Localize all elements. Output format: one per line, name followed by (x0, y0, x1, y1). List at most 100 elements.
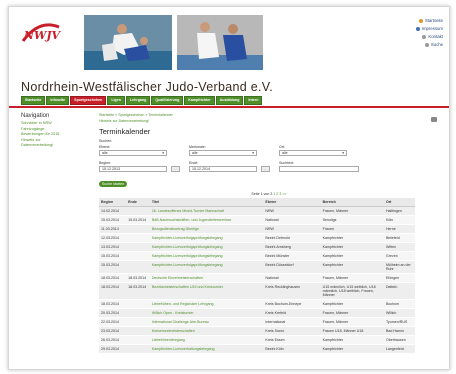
cell-ort: Willich (383, 308, 415, 318)
cell-ende (126, 251, 150, 261)
header-photo-judo-1 (84, 15, 172, 70)
table-row: 15.03.2014 Kampfrichter-Lizenzerfolgsprüf… (99, 260, 415, 274)
sidebar-title: Navigation (21, 113, 50, 119)
cell-titel[interactable]: 18. Landesoffenes Mixed-Turnier Mannscha… (149, 206, 264, 216)
ende-input[interactable]: 15.12.2014 (189, 166, 257, 172)
cell-beginn: 15.03.2014 (99, 260, 127, 274)
cell-ebene: Bezirk Detmold (263, 233, 321, 243)
merkmal-field: Merkmale: alle ▾ (189, 145, 257, 156)
table-row: 29.03.2014 Kampfrichter-Lizenzerhaltungsl… (99, 344, 415, 354)
cell-titel[interactable]: Kreiseinzelmeisterschaften (149, 326, 264, 336)
table-row: 13.03.2014 Kampfrichter-Lizenzerfolgsprüf… (99, 242, 415, 252)
cell-ende: 18.03.2014 (126, 273, 150, 283)
cell-titel[interactable]: Liebefrühen- und Regionaler Lehrgang (149, 299, 264, 309)
cell-ende (126, 224, 150, 234)
suchtext-input[interactable] (279, 166, 359, 172)
top-link-label: Impressum (421, 26, 443, 31)
cell-titel[interactable]: Bezirksmeisterschaften U15 und Kreisturn… (149, 282, 264, 300)
ort-select[interactable]: alle ▾ (279, 150, 347, 156)
cell-beginn: 18.03.2014 (99, 282, 127, 300)
top-link-suche[interactable]: Suche (373, 41, 443, 49)
cell-ebene: Kreis Essen (263, 335, 321, 345)
cell-titel[interactable]: Willich Open - Kreisturnier (149, 308, 264, 318)
table-row: 12.03.2014 Kampfrichter-Lizenzerfolgsprüf… (99, 233, 415, 243)
nav-ausbildung[interactable]: Ausbildung (215, 96, 244, 105)
cell-ebene: Bezirk Düsseldorf (263, 260, 321, 274)
merkmal-select[interactable]: alle ▾ (189, 150, 257, 156)
cell-ort: Bielefeld (383, 233, 415, 243)
cell-ende (126, 299, 150, 309)
nav-kampfrichter[interactable]: Kampfrichter (184, 96, 215, 105)
pagination-links[interactable]: 1 2 3 >> (273, 192, 286, 196)
col-header-ebene: Ebene (263, 198, 321, 207)
calendar-icon[interactable]: ... (171, 166, 180, 172)
nav-ligen[interactable]: Ligen (107, 96, 125, 105)
browser-page: NWJV Startseite Impressum Kontakt Suche … (8, 6, 450, 370)
table-row: 18.03.2014 18.03.2014 Bezirksmeisterschaft… (99, 282, 415, 300)
header-photo-judo-2 (177, 15, 263, 70)
nav-lehrgang[interactable]: Lehrgang (125, 96, 151, 105)
table-row: 23.03.2014 Kreiseinzelmeisterschaften Krei… (99, 326, 415, 336)
cell-beginn: 15.03.2014 (99, 215, 127, 225)
cell-beginn: 11.03.2014 (99, 224, 127, 234)
cell-titel[interactable]: Kampfrichter-Lizenzerfolgsprüfungslehrga… (149, 251, 264, 261)
cell-beginn: 23.03.2014 (99, 326, 127, 336)
cell-ende: 15.03.2014 (126, 215, 150, 225)
cell-titel[interactable]: Kampfrichter-Lizenzerfolgsprüfungslehrga… (149, 260, 264, 274)
nwjv-logo[interactable]: NWJV (19, 17, 65, 47)
beginn-input[interactable]: 15.12.2013 (99, 166, 167, 172)
nav-intern[interactable]: Intern (244, 96, 263, 105)
home-icon (418, 19, 423, 23)
cell-beginn: 26.03.2014 (99, 335, 127, 345)
logo-text: NWJV (23, 29, 62, 42)
ende-field: Ende: 15.12.2014 ... (189, 161, 270, 172)
cell-ort: Köln (383, 215, 415, 225)
cell-beginn: 13.03.2014 (99, 242, 127, 252)
top-link-kontakt[interactable]: Kontakt (373, 33, 443, 41)
cell-ebene: NRW (263, 224, 321, 234)
top-link-startseite[interactable]: Startseite (373, 17, 443, 25)
cell-titel[interactable]: Kampfrichter-Lizenzerfolgsprüfungslehrga… (149, 242, 264, 252)
nav-infoseite[interactable]: Infoseite (46, 96, 70, 105)
cell-ebene: National (263, 273, 321, 283)
cell-ort: Bochum (383, 299, 415, 309)
table-row: 14.02.2014 18. Landesoffenes Mixed-Turnie… (99, 206, 415, 216)
suchen-label: Suchen: (99, 139, 113, 143)
ebene-select[interactable]: alle ▾ (99, 150, 167, 156)
nav-sportgeschehen[interactable]: Sportgeschehen (70, 96, 107, 105)
print-icon[interactable] (431, 117, 437, 122)
cell-titel[interactable]: Liebefrühenlehrgang (149, 335, 264, 345)
breadcrumb-mid[interactable]: Sportgeschehen (118, 113, 144, 117)
cell-titel[interactable]: Bezugsdienstvortrag Überlige (149, 224, 264, 234)
cell-ebene: Kreis Soest (263, 326, 321, 336)
cell-ort: Mülheim an der Ruhr (383, 260, 415, 274)
data-notice-link[interactable]: Hinweis zur Datenverarbeitung! (99, 119, 439, 125)
cell-ort: Tyumen/RUS (383, 317, 415, 327)
table-row: 11.03.2014 Bezugsdienstvortrag Überlige NR… (99, 224, 415, 234)
cell-titel[interactable]: Deutsche Einzelmeisterschaften (149, 273, 264, 283)
col-header-ende: Ende (126, 198, 150, 207)
table-row: 20.03.2014 Willich Open - Kreisturnier Kre… (99, 308, 415, 318)
sidebar-item[interactable]: Datenverarbeitung! (21, 143, 91, 149)
cell-titel[interactable]: International Challenge Aire-Bureau (149, 317, 264, 327)
nav-qualifizierung[interactable]: Qualifizierung (151, 96, 184, 105)
calendar-icon[interactable]: ... (261, 166, 270, 172)
cell-titel[interactable]: BdB-Nachwuchskräften- und Jugendleiterse… (149, 215, 264, 225)
cell-bereich: Kampfrichter (320, 260, 384, 274)
col-header-ort: Ort (383, 198, 415, 207)
breadcrumb-home[interactable]: Startseite (99, 113, 114, 117)
search-submit-button[interactable]: Suche starten (99, 181, 127, 187)
top-link-impressum[interactable]: Impressum (373, 25, 443, 33)
cell-bereich: Frauen, Männer (320, 317, 384, 327)
cell-titel[interactable]: Kampfrichter-Lizenzerfolgsprüfungslehrga… (149, 233, 264, 243)
table-row: 15.03.2014 15.03.2014 BdB-Nachwuchskräften… (99, 215, 415, 225)
cell-beginn: 15.03.2014 (99, 251, 127, 261)
nav-startseite[interactable]: Startseite (21, 96, 46, 105)
cell-ende (126, 308, 150, 318)
cell-bereich: Kampfrichter (320, 335, 384, 345)
cell-bereich: Frauen, Männer (320, 206, 384, 216)
cell-ebene: Bezirk Arnsberg (263, 242, 321, 252)
cell-titel[interactable]: Kampfrichter-Lizenzerhaltungslehrgang (149, 344, 264, 354)
top-link-label: Suche (430, 42, 443, 47)
table-row: 18.03.2014 18.03.2014 Deutsche Einzelmeist… (99, 273, 415, 283)
